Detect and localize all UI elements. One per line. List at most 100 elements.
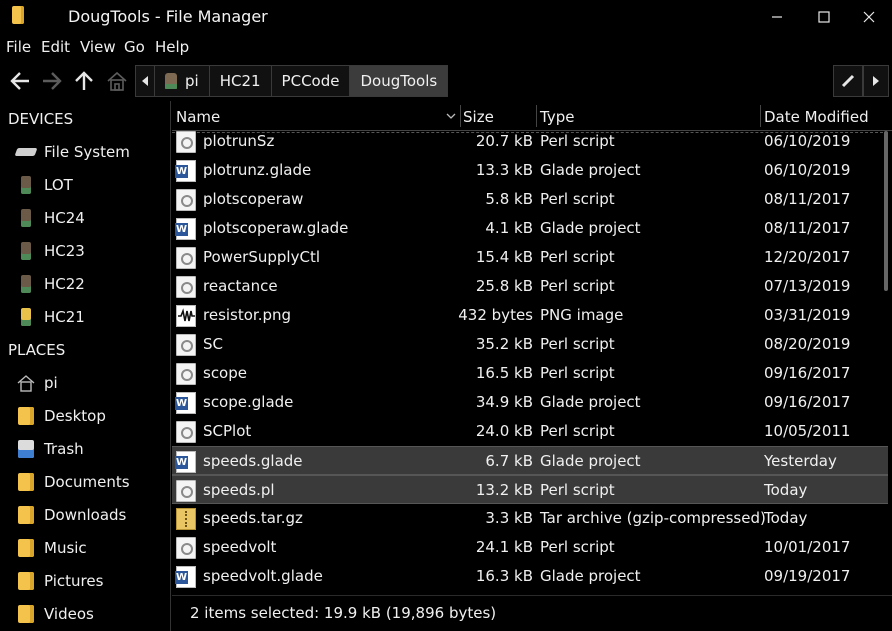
sidebar-item-label: HC24 bbox=[44, 209, 85, 227]
column-name-header[interactable]: Name bbox=[176, 108, 220, 126]
sidebar-item-videos[interactable]: Videos bbox=[16, 600, 166, 628]
file-row[interactable]: speedvolt.glade 16.3 kB Glade project 09/19… bbox=[172, 562, 888, 591]
file-name: resistor.png bbox=[203, 306, 292, 324]
maximize-icon bbox=[818, 10, 830, 23]
menu-view[interactable]: View bbox=[80, 38, 116, 56]
home-button[interactable] bbox=[103, 67, 131, 95]
file-row[interactable]: SC 35.2 kB Perl script 08/20/2019 bbox=[172, 330, 888, 359]
file-type: Tar archive (gzip-compressed) bbox=[540, 509, 766, 527]
file-row[interactable]: resistor.png 432 bytes PNG image 03/31/2019 bbox=[172, 301, 888, 330]
sidebar-item-label: Music bbox=[44, 539, 87, 557]
crumb-label: pi bbox=[185, 72, 199, 90]
file-row[interactable]: plotrunz.glade 13.3 kB Glade project 06/10/… bbox=[172, 156, 888, 185]
sidebar-item-downloads[interactable]: Downloads bbox=[16, 501, 166, 529]
places-header: PLACES bbox=[8, 341, 66, 359]
sidebar-item-label: Documents bbox=[44, 473, 130, 491]
glade-document-icon bbox=[175, 392, 196, 414]
sidebar-item-file-system[interactable]: File System bbox=[14, 138, 166, 166]
file-row[interactable]: scope.glade 34.9 kB Glade project 09/16/201… bbox=[172, 388, 888, 417]
file-name: SC bbox=[203, 335, 223, 353]
file-row[interactable]: PowerSupplyCtl 15.4 kB Perl script 12/20/20… bbox=[172, 243, 888, 272]
column-type-header[interactable]: Type bbox=[540, 108, 574, 126]
sidebar-item-desktop[interactable]: Desktop bbox=[16, 402, 166, 430]
menu-edit[interactable]: Edit bbox=[41, 38, 70, 56]
sidebar-item-documents[interactable]: Documents bbox=[16, 468, 166, 496]
up-button[interactable] bbox=[70, 67, 98, 95]
file-size: 16.5 kB bbox=[475, 364, 533, 382]
file-name: reactance bbox=[203, 277, 278, 295]
menu-file[interactable]: File bbox=[6, 38, 31, 56]
maximize-button[interactable] bbox=[801, 0, 847, 33]
column-separator[interactable] bbox=[760, 105, 761, 127]
menu-go[interactable]: Go bbox=[124, 38, 145, 56]
trash-icon bbox=[16, 439, 36, 459]
path-scroll-right-button[interactable] bbox=[863, 65, 889, 97]
file-row[interactable]: speeds.glade 6.7 kB Glade project Yesterday bbox=[172, 446, 888, 475]
forward-button[interactable] bbox=[38, 67, 66, 95]
vertical-scrollbar[interactable] bbox=[884, 131, 888, 291]
sidebar-item-pi[interactable]: pi bbox=[16, 369, 166, 397]
close-button[interactable] bbox=[846, 0, 892, 33]
sidebar-item-hc21[interactable]: HC21 bbox=[16, 303, 166, 331]
sidebar-item-lot[interactable]: LOT bbox=[16, 171, 166, 199]
sidebar-item-hc22[interactable]: HC22 bbox=[16, 270, 166, 298]
arrow-left-icon bbox=[10, 72, 29, 90]
file-row[interactable]: speeds.pl 13.2 kB Perl script Today bbox=[172, 475, 888, 504]
archive-icon bbox=[176, 508, 196, 530]
title-bar: DougTools - File Manager bbox=[0, 0, 892, 33]
sidebar-item-label: HC21 bbox=[44, 308, 85, 326]
file-row[interactable]: plotscoperaw 5.8 kB Perl script 08/11/2017 bbox=[172, 185, 888, 214]
file-size: 34.9 kB bbox=[475, 393, 533, 411]
file-row[interactable]: speeds.tar.gz 3.3 kB Tar archive (gzip-com… bbox=[172, 504, 888, 533]
sidebar-item-hc23[interactable]: HC23 bbox=[16, 237, 166, 265]
file-date-modified: 06/10/2019 bbox=[764, 132, 851, 150]
file-row[interactable]: speedvolt 24.1 kB Perl script 10/01/2017 bbox=[172, 533, 888, 562]
file-row[interactable]: plotscoperaw.glade 4.1 kB Glade project 08/… bbox=[172, 214, 888, 243]
file-row[interactable]: SCPlot 24.0 kB Perl script 10/05/2011 bbox=[172, 417, 888, 446]
file-type: Perl script bbox=[540, 248, 615, 266]
file-row[interactable]: reactance 25.8 kB Perl script 07/13/2019 bbox=[172, 272, 888, 301]
crumb-dougtools[interactable]: DougTools bbox=[349, 65, 449, 97]
sidebar-item-label: LOT bbox=[44, 176, 73, 194]
home-icon bbox=[16, 373, 36, 393]
file-date-modified: 07/13/2019 bbox=[764, 277, 851, 295]
sidebar-item-hc24[interactable]: HC24 bbox=[16, 204, 166, 232]
perl-script-icon bbox=[176, 334, 196, 356]
file-name: scope bbox=[203, 364, 247, 382]
folder-icon bbox=[16, 538, 36, 558]
file-row[interactable]: scope 16.5 kB Perl script 09/16/2017 bbox=[172, 359, 888, 388]
perl-script-icon bbox=[176, 537, 196, 559]
file-date-modified: 10/01/2017 bbox=[764, 538, 851, 556]
crumb-pi[interactable]: pi bbox=[154, 65, 210, 97]
toolbar: pi HC21 PCCode DougTools bbox=[0, 61, 892, 101]
back-button[interactable] bbox=[6, 67, 34, 95]
file-date-modified: 10/05/2011 bbox=[764, 422, 851, 440]
folder-icon bbox=[16, 505, 36, 525]
sidebar-item-music[interactable]: Music bbox=[16, 534, 166, 562]
file-type: PNG image bbox=[540, 306, 624, 324]
file-date-modified: 08/11/2017 bbox=[764, 219, 851, 237]
file-name: speeds.glade bbox=[203, 452, 303, 470]
column-size-header[interactable]: Size bbox=[463, 108, 494, 126]
file-size: 6.7 kB bbox=[485, 452, 533, 470]
column-separator[interactable] bbox=[460, 105, 461, 127]
file-row[interactable]: plotrunSz 20.7 kB Perl script 06/10/2019 bbox=[172, 127, 888, 156]
usb-drive-icon bbox=[16, 241, 36, 261]
glade-document-icon bbox=[175, 566, 196, 588]
column-separator[interactable] bbox=[536, 105, 537, 127]
file-size: 35.2 kB bbox=[475, 335, 533, 353]
menu-help[interactable]: Help bbox=[155, 38, 189, 56]
sidebar-item-pictures[interactable]: Pictures bbox=[16, 567, 166, 595]
crumb-hc21[interactable]: HC21 bbox=[208, 65, 272, 97]
edit-path-button[interactable] bbox=[833, 65, 863, 97]
devices-header: DEVICES bbox=[8, 110, 74, 128]
file-name: PowerSupplyCtl bbox=[203, 248, 320, 266]
home-icon bbox=[107, 71, 127, 91]
path-scroll-left-button[interactable] bbox=[135, 65, 155, 97]
sidebar-item-label: Pictures bbox=[44, 572, 104, 590]
crumb-pccode[interactable]: PCCode bbox=[270, 65, 351, 97]
sidebar-item-trash[interactable]: Trash bbox=[16, 435, 166, 463]
column-date-header[interactable]: Date Modified bbox=[764, 108, 869, 126]
minimize-button[interactable] bbox=[754, 0, 800, 33]
folder-app-icon bbox=[12, 6, 24, 24]
